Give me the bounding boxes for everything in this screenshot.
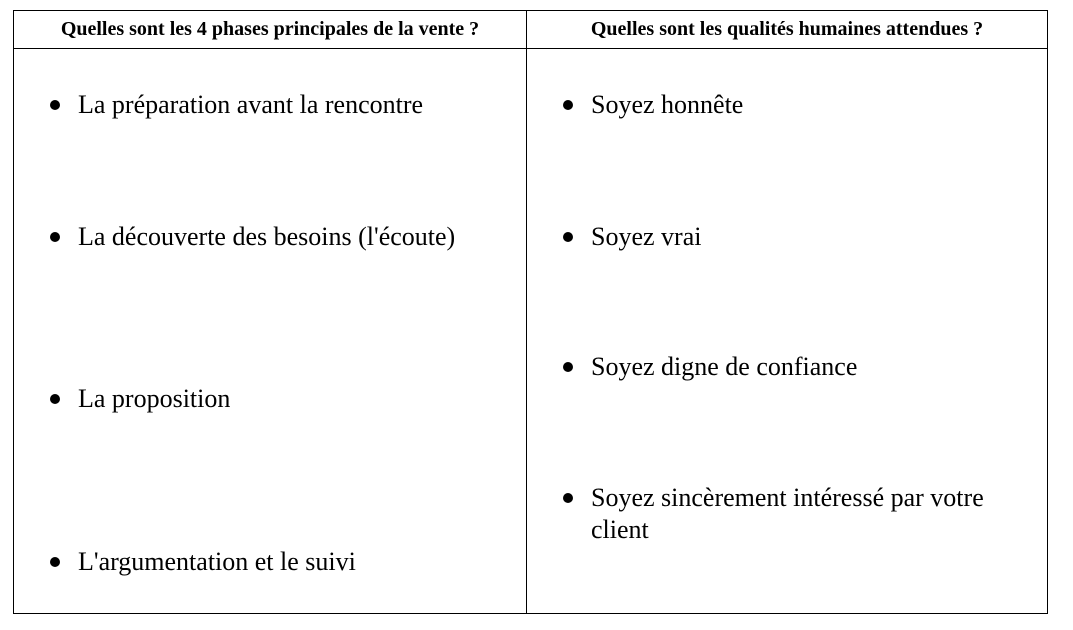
bullet-icon: [50, 394, 60, 404]
header-sales-phases: Quelles sont les 4 phases principales de…: [60, 18, 480, 40]
bullet-icon: [50, 100, 60, 110]
bullet-icon: [50, 557, 60, 567]
bullet-icon: [563, 493, 573, 503]
column-divider: [526, 11, 527, 613]
list-item-text: Soyez vrai: [591, 222, 702, 251]
list-item-text: Soyez sincèrement intéressé par votre cl…: [591, 483, 984, 544]
bullet-icon: [563, 362, 573, 372]
header-human-qualities: Quelles sont les qualités humaines atten…: [590, 18, 984, 40]
list-item-text: La proposition: [78, 384, 231, 413]
bullet-icon: [563, 100, 573, 110]
list-item-text: Soyez digne de confiance: [591, 352, 858, 381]
list-item-text: L'argumentation et le suivi: [78, 547, 356, 576]
list-item-text: Soyez honnête: [591, 90, 744, 119]
table-header-row: Quelles sont les 4 phases principales de…: [14, 11, 1047, 49]
bullet-icon: [50, 232, 60, 242]
list-item-text: La découverte des besoins (l'écoute): [78, 222, 456, 251]
bullet-icon: [563, 232, 573, 242]
list-item-text: La préparation avant la rencontre: [78, 90, 424, 119]
